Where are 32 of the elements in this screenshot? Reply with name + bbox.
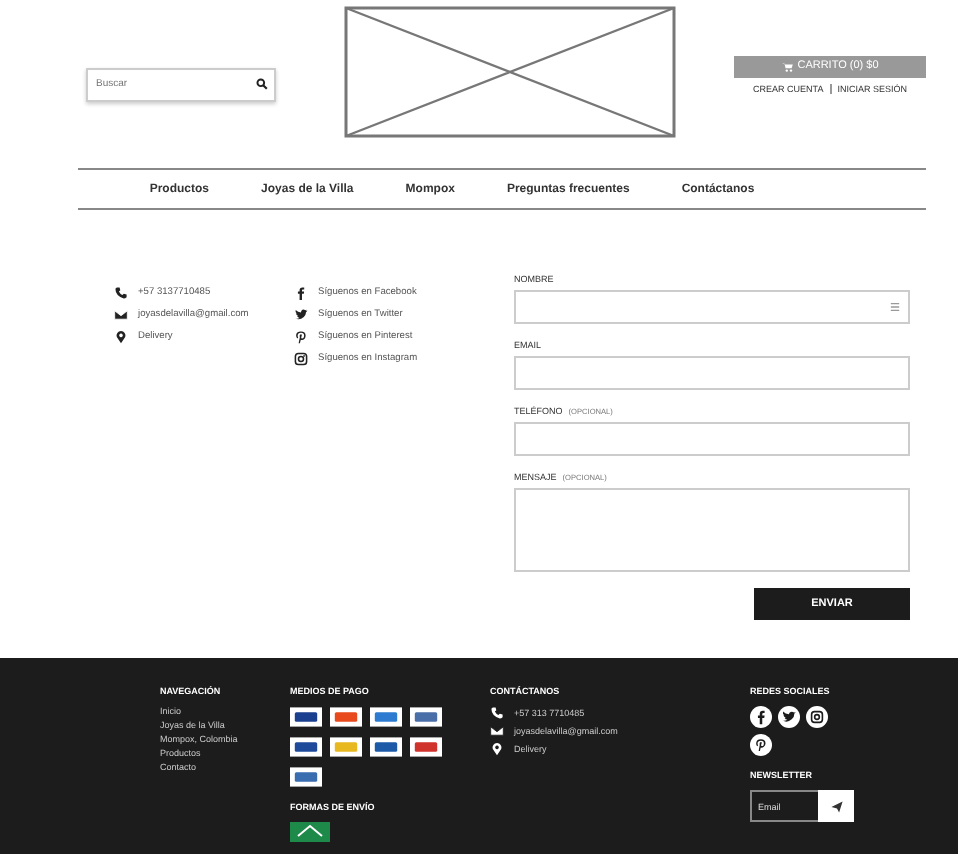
facebook-icon[interactable] — [750, 706, 772, 728]
twitter-icon — [294, 308, 308, 322]
phone-icon — [114, 286, 128, 300]
location-pin-icon — [114, 330, 128, 344]
payment-logo-icon — [330, 736, 362, 758]
payment-logo-icon — [330, 706, 362, 728]
input-field[interactable] — [514, 290, 910, 324]
payment-logo-icon — [370, 706, 402, 728]
instagram-icon[interactable] — [806, 706, 828, 728]
payment-logo-icon — [290, 706, 322, 728]
envelope-icon — [114, 308, 128, 322]
subscribe-button[interactable] — [818, 790, 854, 822]
payment-logo-icon — [370, 736, 402, 758]
message-field[interactable] — [514, 488, 910, 572]
pinterest-icon[interactable] — [750, 734, 772, 756]
location-pin-icon — [490, 742, 504, 756]
pinterest-icon — [294, 330, 308, 344]
instagram-icon — [294, 352, 308, 366]
phone-icon — [490, 706, 504, 720]
input-field[interactable] — [514, 422, 910, 456]
search-icon — [256, 78, 268, 90]
payment-logo-icon — [290, 736, 322, 758]
send-icon — [829, 799, 843, 813]
shipping-logo-icon — [290, 822, 330, 842]
envelope-icon — [490, 724, 504, 738]
payment-logo-icon — [410, 736, 442, 758]
facebook-icon — [294, 286, 308, 300]
payment-logo-icon — [290, 766, 322, 788]
cart-icon — [781, 61, 794, 71]
payment-logo-icon — [410, 706, 442, 728]
twitter-icon[interactable] — [778, 706, 800, 728]
input-field[interactable] — [514, 356, 910, 390]
